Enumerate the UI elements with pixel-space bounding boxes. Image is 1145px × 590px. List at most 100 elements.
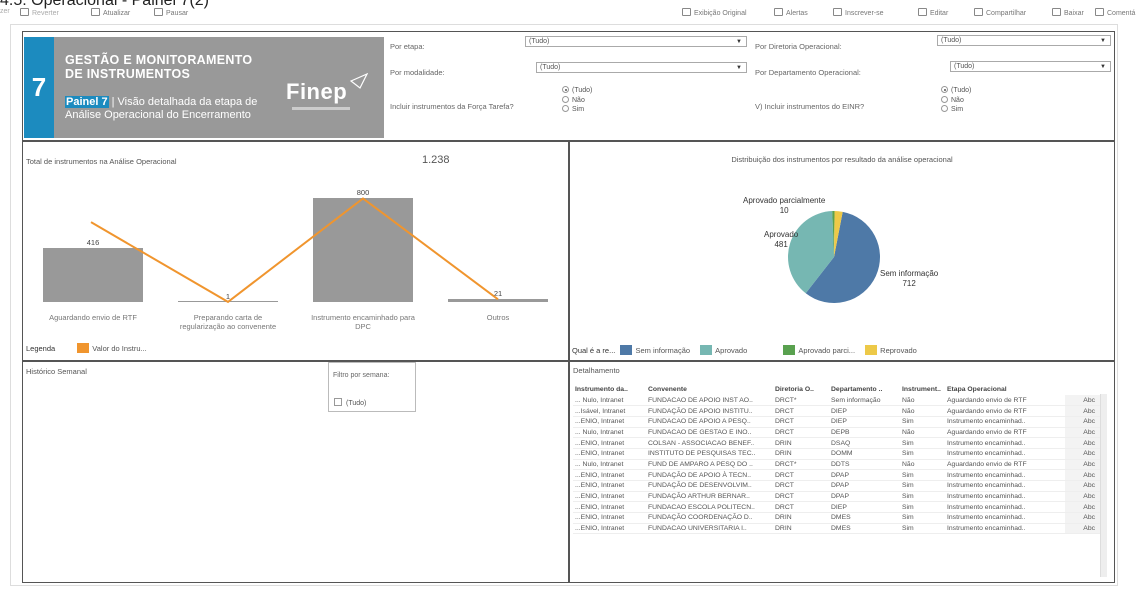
table-row[interactable]: ... Nulo, Intranet FUND DE AMPARO A PESQ … xyxy=(573,459,1101,471)
original-view-icon xyxy=(682,8,691,16)
table-row[interactable]: ...ENIO, Intranet FUNDAÇÃO DE DESENVOLVIM… xyxy=(573,480,1101,492)
table-row[interactable]: ... Nulo, Intranet FUNDACAO DE APOIO INST… xyxy=(573,395,1101,407)
radio-option[interactable]: Sim xyxy=(941,105,971,115)
filter-departamento-label: Por Departamento Operacional: xyxy=(755,68,861,77)
comment-button[interactable]: Comentá xyxy=(1095,8,1135,17)
finep-logo: Finep xyxy=(286,79,348,104)
table-cell: Instrumento encaminhad.. xyxy=(945,480,1065,492)
filter-diretoria-dropdown[interactable]: (Tudo) ▼ xyxy=(937,35,1111,46)
historico-panel xyxy=(22,361,569,583)
column-header[interactable]: Diretoria O.. xyxy=(773,384,829,395)
download-icon xyxy=(1052,8,1061,16)
checkbox-icon xyxy=(334,398,342,406)
legend-item[interactable]: Sem informação xyxy=(620,345,690,355)
pause-button[interactable]: Pausar xyxy=(154,8,188,17)
table-cell: Não xyxy=(900,459,945,471)
banner-subtitle: Painel 7 | Visão detalhada da etapa de A… xyxy=(65,96,258,121)
table-cell: DRIN xyxy=(773,448,829,460)
chevron-down-icon: ▼ xyxy=(736,65,742,71)
table-cell: ... Nulo, Intranet xyxy=(573,427,646,439)
table-row[interactable]: ...ENIO, Intranet FUNDACAO ESCOLA POLITEC… xyxy=(573,501,1101,514)
column-header[interactable]: Instrumento da.. xyxy=(573,384,646,395)
table-row[interactable]: ...ENIO, Intranet COLSAN - ASSOCIACAO BEN… xyxy=(573,437,1101,449)
table-cell: DPAP xyxy=(829,469,900,481)
radio-option[interactable]: Não xyxy=(941,95,971,106)
table-cell: Aguardando envio de RTF xyxy=(945,459,1065,471)
table-cell: Abc xyxy=(1065,501,1101,514)
table-cell: Instrumento encaminhad.. xyxy=(945,437,1065,449)
table-cell: Instrumento encaminhad.. xyxy=(945,448,1065,460)
table-row[interactable]: ...Isável, Intranet FUNDAÇÃO DE APOIO INS… xyxy=(573,405,1101,417)
table-cell: ...ENIO, Intranet xyxy=(573,523,646,535)
column-header[interactable]: Convenente xyxy=(646,384,773,395)
legend-item[interactable]: Aprovado parci... xyxy=(783,345,855,355)
table-cell: FUNDACAO DE GESTAO E INO.. xyxy=(646,427,773,439)
filter-etapa-dropdown[interactable]: (Tudo) ▼ xyxy=(525,36,747,47)
table-cell: DPAP xyxy=(829,491,900,503)
refresh-button[interactable]: Atualizar xyxy=(91,8,130,17)
column-header[interactable]: Departamento .. xyxy=(829,384,900,395)
redo-button[interactable]: zer xyxy=(0,8,10,15)
share-button[interactable]: Compartilhar xyxy=(974,8,1026,17)
table-cell: Sim xyxy=(900,480,945,492)
table-cell: Sim xyxy=(900,523,945,535)
table-row[interactable]: ...ENIO, Intranet FUNDACAO DE APOIO A PES… xyxy=(573,416,1101,428)
week-filter-option[interactable]: (Tudo) xyxy=(334,398,366,407)
bar[interactable] xyxy=(313,198,413,302)
column-header[interactable]: Instrument.. xyxy=(900,384,945,395)
table-cell: Abc xyxy=(1065,395,1101,407)
table-cell: DRIN xyxy=(773,437,829,449)
table-row[interactable]: ...ENIO, Intranet FUNDACAO UNIVERSITARIA … xyxy=(573,523,1101,535)
revert-button[interactable]: Reverter xyxy=(20,8,59,17)
radio-option[interactable]: Não xyxy=(562,95,592,106)
bar-value-label: 1 xyxy=(225,291,231,301)
filter-departamento-dropdown[interactable]: (Tudo) ▼ xyxy=(950,61,1111,72)
column-header[interactable] xyxy=(1065,384,1101,395)
table-cell: Não xyxy=(900,395,945,407)
table-cell: ...ENIO, Intranet xyxy=(573,437,646,449)
radio-option[interactable]: (Tudo) xyxy=(562,86,592,96)
table-scrollbar[interactable] xyxy=(1100,394,1107,577)
edit-button[interactable]: Editar xyxy=(918,8,948,17)
table-cell: Abc xyxy=(1065,491,1101,503)
filter-forca-tarefa-label: Incluir instrumentos da Força Tarefa? xyxy=(390,102,514,111)
table-cell: Sem informação xyxy=(829,395,900,407)
table-cell: ...ENIO, Intranet xyxy=(573,480,646,492)
table-row[interactable]: ... Nulo, Intranet FUNDACAO DE GESTAO E I… xyxy=(573,427,1101,439)
table-row[interactable]: ...ENIO, Intranet FUNDAÇÃO COORDENAÇÃO D.… xyxy=(573,512,1101,524)
table-row[interactable]: ...ENIO, Intranet INSTITUTO DE PESQUISAS … xyxy=(573,448,1101,460)
original-view-button[interactable]: Exibição Original xyxy=(682,8,747,17)
table-row[interactable]: ...ENIO, Intranet FUNDAÇÃO DE APOIO À TEC… xyxy=(573,469,1101,481)
table-cell: Sim xyxy=(900,491,945,503)
radio-option[interactable]: Sim xyxy=(562,105,592,115)
bar[interactable] xyxy=(43,248,143,302)
table-cell: FUNDACAO DE APOIO INST AO.. xyxy=(646,395,773,407)
radio-option[interactable]: (Tudo) xyxy=(941,86,971,96)
table-cell: FUND DE AMPARO A PESQ DO .. xyxy=(646,459,773,471)
table-cell: Aguardando envio de RTF xyxy=(945,427,1065,439)
table-cell: Abc xyxy=(1065,512,1101,524)
table-cell: FUNDACAO DE APOIO A PESQ.. xyxy=(646,416,773,428)
comment-icon xyxy=(1095,8,1104,16)
historico-title: Histórico Semanal xyxy=(26,367,87,376)
legend-item[interactable]: Reprovado xyxy=(865,345,917,355)
legend-item[interactable]: Aprovado xyxy=(700,345,747,355)
x-tick-label: Outros xyxy=(486,313,510,322)
alerts-button[interactable]: Alertas xyxy=(774,8,808,17)
subscribe-button[interactable]: Inscrever-se xyxy=(833,8,884,17)
table-cell: Abc xyxy=(1065,459,1101,471)
column-header[interactable]: Etapa Operacional xyxy=(945,384,1065,395)
table-cell: ...ENIO, Intranet xyxy=(573,491,646,503)
table-cell: DMES xyxy=(829,512,900,524)
table-row[interactable]: ...ENIO, Intranet FUNDAÇÃO ARTHUR BERNAR.… xyxy=(573,491,1101,503)
table-cell: FUNDACAO ESCOLA POLITECN.. xyxy=(646,501,773,514)
table-cell: FUNDACAO UNIVERSITARIA I.. xyxy=(646,523,773,535)
pie-chart-title: Distribuição dos instrumentos por result… xyxy=(731,155,953,164)
bar[interactable] xyxy=(448,299,548,302)
week-filter-title: Filtro por semana: xyxy=(333,372,390,379)
filter-modalidade-dropdown[interactable]: (Tudo) ▼ xyxy=(536,62,747,73)
download-button[interactable]: Baixar xyxy=(1052,8,1084,17)
table-cell: Não xyxy=(900,405,945,417)
table-cell: ...ENIO, Intranet xyxy=(573,416,646,428)
total-count: 1.238 xyxy=(422,154,450,166)
